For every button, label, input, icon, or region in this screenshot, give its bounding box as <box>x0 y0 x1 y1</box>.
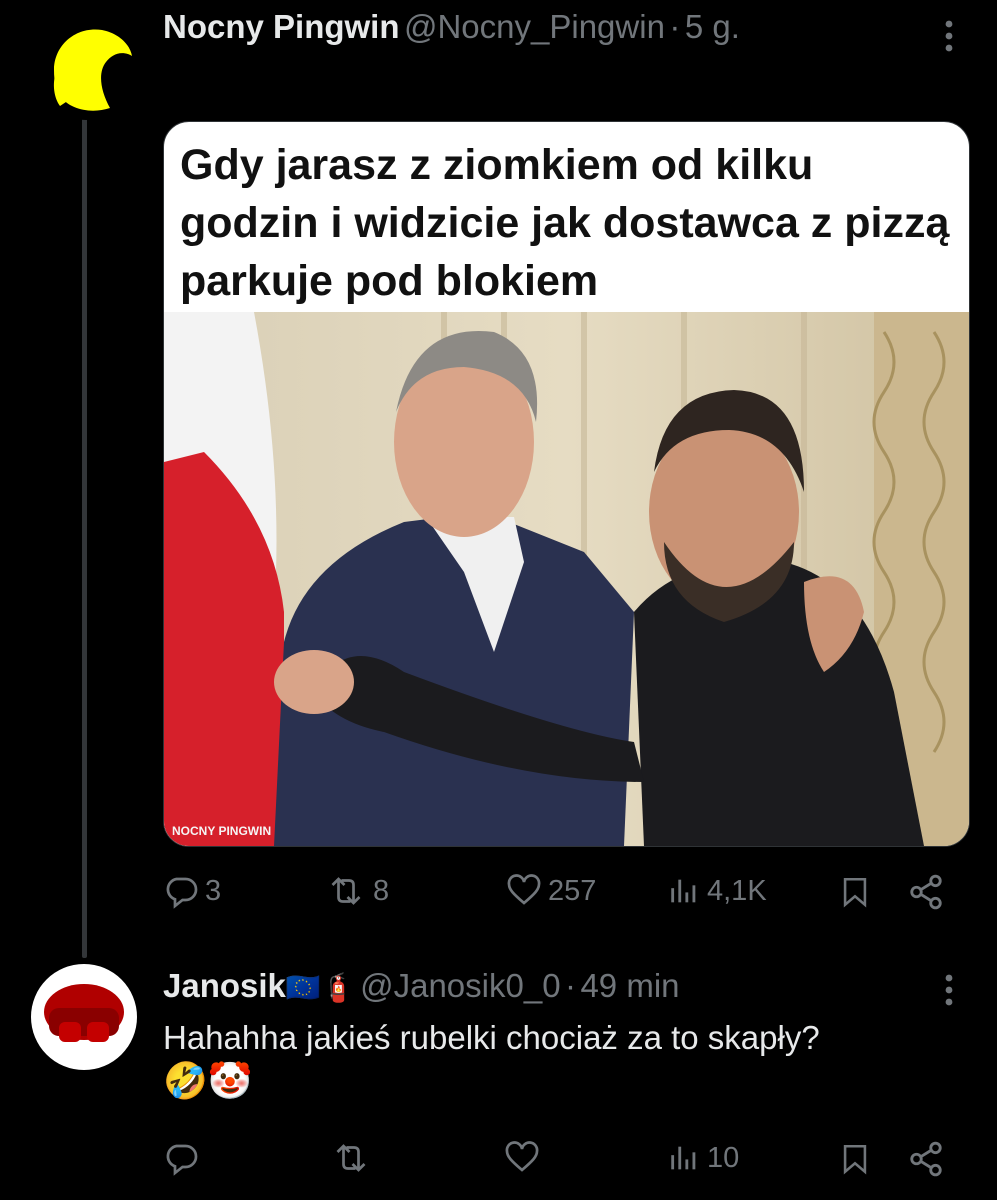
share-icon <box>910 874 942 910</box>
like-icon <box>507 874 541 905</box>
reply-emojis: 🤣🤡 <box>163 1061 253 1102</box>
name-emojis: 🇪🇺🧯 <box>285 971 356 1004</box>
avatar[interactable] <box>31 964 137 1070</box>
timestamp[interactable]: 49 min <box>580 967 679 1004</box>
share-button[interactable] <box>906 873 946 911</box>
avatar[interactable] <box>36 20 136 120</box>
more-icon[interactable] <box>938 18 960 54</box>
like-button[interactable]: 257 <box>506 873 596 909</box>
share-icon <box>910 1141 942 1177</box>
views-button[interactable]: 4,1K <box>667 873 767 909</box>
author-handle[interactable]: @Nocny_Pingwin <box>404 8 665 45</box>
bookmark-button[interactable] <box>838 873 872 911</box>
reply-icon <box>166 1144 198 1176</box>
like-button[interactable] <box>504 1140 546 1176</box>
author-name[interactable]: Nocny Pingwin <box>163 8 400 45</box>
repost-count: 8 <box>373 874 390 907</box>
more-icon[interactable] <box>938 972 960 1008</box>
reply-header: Janosik🇪🇺🧯 @Janosik0_0 · 49 min <box>163 967 680 1005</box>
reply-icon <box>166 877 198 909</box>
bookmark-icon <box>843 877 867 908</box>
separator: · <box>669 8 681 45</box>
reply-body: Hahahha jakieś rubelki chociaż za to ska… <box>163 1019 820 1056</box>
share-button[interactable] <box>906 1140 946 1178</box>
photo <box>164 312 969 846</box>
views-count: 10 <box>707 1141 740 1174</box>
repost-icon <box>331 877 361 905</box>
views-icon <box>671 1146 696 1170</box>
timestamp[interactable]: 5 g. <box>685 8 740 45</box>
tweet-media[interactable]: Gdy jarasz z ziomkiem od kilku godzin i … <box>163 121 970 847</box>
repost-button[interactable] <box>330 1140 378 1176</box>
author-name[interactable]: Janosik <box>163 967 286 1004</box>
repost-button[interactable]: 8 <box>325 873 389 909</box>
watermark: NOCNY PINGWIN <box>172 824 272 838</box>
views-icon <box>671 879 696 903</box>
reply-text: Hahahha jakieś rubelki chociaż za to ska… <box>163 1016 820 1104</box>
bookmark-icon <box>843 1144 867 1175</box>
reply-button[interactable] <box>163 1140 205 1176</box>
like-icon <box>505 1141 539 1172</box>
janosik-avatar-icon <box>44 984 124 1042</box>
bookmark-button[interactable] <box>838 1140 872 1178</box>
tweet-header: Nocny Pingwin @Nocny_Pingwin · 5 g. <box>163 8 740 46</box>
views-count: 4,1K <box>707 874 767 907</box>
like-count: 257 <box>548 874 597 907</box>
repost-icon <box>336 1144 366 1172</box>
penguin-logo-icon <box>53 29 132 111</box>
views-button[interactable]: 10 <box>667 1140 739 1176</box>
reply-count: 3 <box>205 874 222 907</box>
reply-button[interactable]: 3 <box>163 873 221 909</box>
separator: · <box>565 967 576 1004</box>
media-caption: Gdy jarasz z ziomkiem od kilku godzin i … <box>180 141 950 305</box>
author-handle[interactable]: @Janosik0_0 <box>360 967 560 1004</box>
thread-line <box>82 118 87 958</box>
